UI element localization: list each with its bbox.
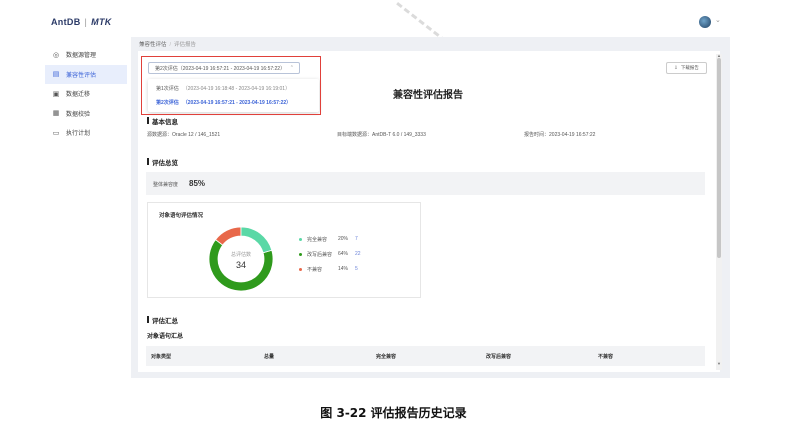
legend-percent: 14%	[338, 266, 349, 272]
sidebar-item-migrate[interactable]: ▣ 数据迁移	[45, 84, 127, 103]
summary-subtitle: 对象语句汇总	[147, 334, 184, 340]
target-info: 目标端数据源：AntDB-T 6.0 / 149_3333	[337, 131, 426, 138]
sidebar-item-label: 执行计划	[66, 131, 91, 137]
target-label: 目标端数据源：	[337, 132, 373, 138]
source-info: 源数据源：Oracle 12 / 146_1521	[147, 131, 220, 138]
time-label: 报告时间：	[524, 132, 550, 138]
annotation-highlight-box	[141, 56, 321, 115]
download-icon: ⇩	[674, 65, 678, 70]
legend-percent: 64%	[338, 251, 349, 257]
legend-dot	[299, 268, 302, 271]
sidebar-item-verify[interactable]: ▦ 数据校验	[45, 104, 127, 123]
sidebar-item-compat[interactable]: ▤ 兼容性评估	[45, 64, 127, 84]
migrate-icon: ▣	[52, 90, 60, 98]
compat-value: 85%	[189, 179, 206, 188]
sidebar: ◎ 数据源管理 ▤ 兼容性评估 ▣ 数据迁移 ▦ 数据校验 ▭ 执行计划	[45, 45, 127, 143]
chart-title: 对象语句评估情况	[159, 213, 204, 219]
column-header: 完全兼容	[376, 354, 397, 360]
legend-name: 不兼容	[307, 267, 323, 273]
download-label: 下载报告	[680, 65, 699, 70]
legend-count[interactable]: 22	[355, 251, 361, 257]
donut-center-label: 总评估数	[231, 251, 251, 258]
compat-label: 整体兼容度	[153, 182, 179, 188]
app-logo: AntDB | MTK	[51, 17, 112, 27]
legend-count[interactable]: 5	[355, 266, 358, 272]
sidebar-item-label: 数据源管理	[66, 53, 97, 59]
sidebar-item-label: 数据校验	[66, 111, 91, 118]
summary-table-header: 对象类型 总量 完全兼容 改写后兼容 不兼容	[146, 346, 705, 366]
time-value: 2023-04-19 16:57:22	[549, 132, 596, 138]
section-overview: 评估总览	[147, 157, 178, 167]
target-value: AntDB-T 6.0 / 149_3333	[372, 132, 426, 138]
source-label: 源数据源：	[147, 132, 173, 138]
chevron-down-icon[interactable]: ⌄	[715, 16, 721, 24]
column-header: 改写后兼容	[486, 354, 512, 360]
scrollbar[interactable]: ▲ ▼	[716, 53, 722, 370]
column-header: 不兼容	[598, 354, 614, 360]
scroll-down-icon[interactable]: ▼	[717, 361, 721, 366]
donut-slice-1[interactable]	[240, 226, 273, 254]
report-icon: ▤	[52, 71, 60, 78]
top-bar: AntDB | MTK ⌄	[0, 0, 787, 40]
section-basic-info: 基本信息	[147, 116, 178, 126]
column-header: 对象类型	[151, 354, 172, 360]
breadcrumb-parent[interactable]: 兼容性评估	[139, 42, 167, 48]
column-header: 总量	[264, 354, 275, 360]
legend-count[interactable]: 7	[355, 236, 358, 242]
database-icon: ◎	[52, 51, 60, 59]
legend-dot	[299, 253, 302, 256]
source-value: Oracle 12 / 146_1521	[172, 132, 221, 138]
breadcrumb-current: 评估报告	[174, 42, 197, 48]
sidebar-item-label: 兼容性评估	[66, 72, 97, 79]
report-time-info: 报告时间：2023-04-19 16:57:22	[524, 131, 595, 138]
download-report-button[interactable]: ⇩ 下载报告	[666, 62, 707, 74]
legend-dot	[299, 238, 302, 241]
breadcrumb: 兼容性评估 / 评估报告	[139, 42, 197, 48]
figure-caption: 图 3-22 评估报告历史记录	[320, 406, 467, 420]
check-icon: ▦	[52, 110, 60, 117]
page-title: 兼容性评估报告	[393, 90, 463, 101]
sidebar-item-plan[interactable]: ▭ 执行计划	[45, 123, 127, 142]
sidebar-item-label: 数据迁移	[66, 92, 91, 98]
donut-center-total: 34	[236, 260, 246, 270]
donut-chart: 总评估数 34	[208, 226, 274, 292]
legend-name: 改写后兼容	[307, 252, 333, 258]
legend-percent: 20%	[338, 236, 349, 242]
calendar-icon: ▭	[52, 129, 60, 137]
scrollbar-thumb[interactable]	[717, 58, 721, 258]
object-stats-card: 对象语句评估情况 总评估数 34 完全兼容 20% 7 改写后兼容 64% 22…	[147, 202, 421, 298]
sidebar-item-datasource[interactable]: ◎ 数据源管理	[45, 45, 127, 64]
compat-summary-bar: 整体兼容度 85%	[146, 172, 705, 195]
legend-name: 完全兼容	[307, 237, 328, 243]
section-summary: 评估汇总	[147, 315, 178, 325]
avatar[interactable]	[699, 16, 711, 28]
